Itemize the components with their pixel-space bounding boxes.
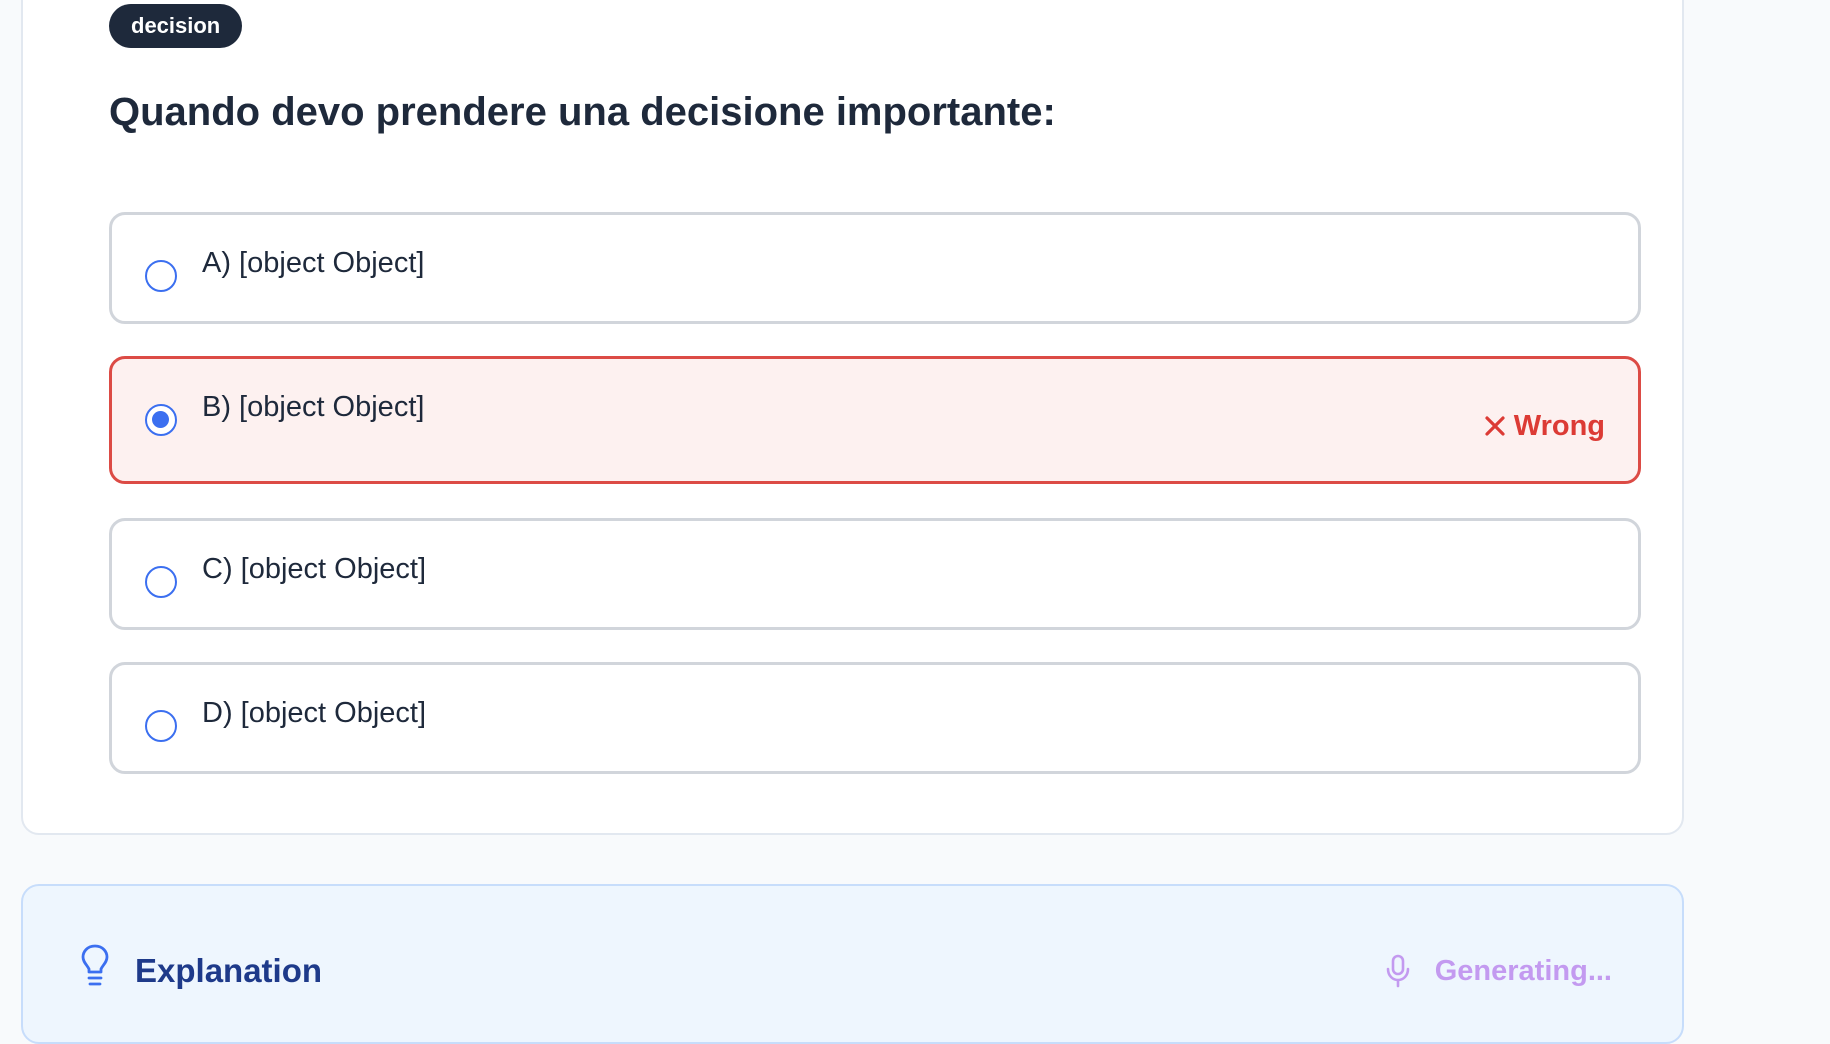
- microphone-icon: [1386, 954, 1410, 988]
- option-label-c: C) [object Object]: [202, 553, 427, 585]
- explanation-card: Explanation Generating...: [21, 884, 1684, 1044]
- wrong-label: Wrong: [1513, 410, 1605, 442]
- option-label-a: A) [object Object]: [202, 247, 425, 279]
- radio-button-d[interactable]: [145, 710, 177, 742]
- radio-button-b[interactable]: [145, 404, 177, 436]
- category-tag: decision: [109, 4, 243, 48]
- explanation-title: Explanation: [135, 952, 323, 989]
- answer-option-c[interactable]: C) [object Object]: [109, 518, 1641, 630]
- radio-button-a[interactable]: [145, 260, 177, 292]
- radio-button-c[interactable]: [145, 566, 177, 598]
- answer-option-d[interactable]: D) [object Object]: [109, 662, 1641, 774]
- answer-option-b[interactable]: B) [object Object] Wrong: [109, 356, 1641, 484]
- option-label-d: D) [object Object]: [202, 697, 427, 729]
- close-icon: [1485, 416, 1505, 436]
- wrong-status: Wrong: [1484, 408, 1605, 444]
- question-title: Quando devo prendere una decisione impor…: [109, 90, 1056, 134]
- question-card: decision Quando devo prendere una decisi…: [21, 0, 1684, 835]
- answer-option-a[interactable]: A) [object Object]: [109, 212, 1641, 324]
- option-label-b: B) [object Object]: [202, 391, 425, 423]
- audio-status: Generating...: [1385, 953, 1612, 989]
- lightbulb-icon: [81, 944, 109, 986]
- generating-label: Generating...: [1434, 955, 1612, 987]
